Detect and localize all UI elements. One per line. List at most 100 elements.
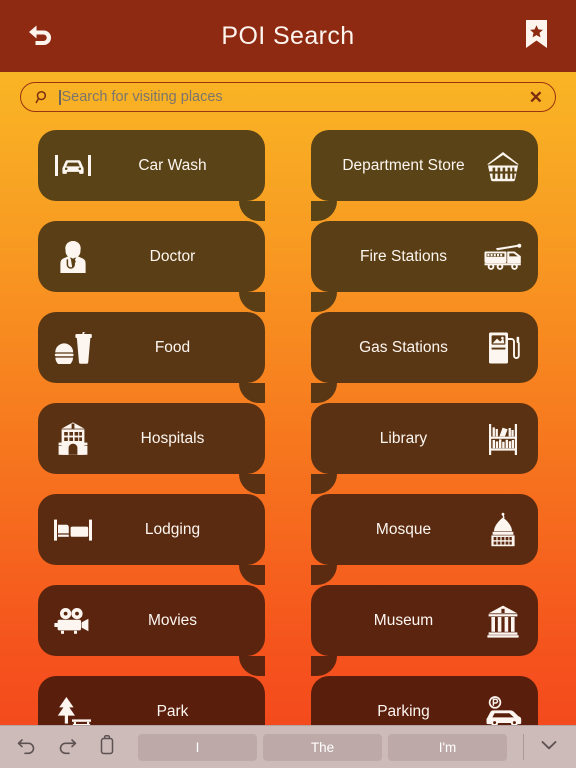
poi-row: Doctor Fire Stations — [0, 221, 576, 312]
toolbar-divider — [523, 734, 524, 760]
poi-button-tail — [311, 383, 337, 403]
hospital-building-icon — [52, 418, 94, 460]
poi-button-body: Car Wash — [38, 130, 265, 201]
poi-button-mosque[interactable]: Mosque — [311, 494, 538, 585]
poi-button-label: Parking — [377, 702, 430, 720]
poi-button-body: Museum — [311, 585, 538, 656]
poi-category-grid: Car Wash Department Store Doctor Fire Stat… — [0, 122, 576, 725]
poi-button-tail — [239, 383, 265, 403]
poi-button-body: Food — [38, 312, 265, 383]
search-input[interactable]: Search for visiting places ✕ — [20, 82, 556, 112]
autocorrect-suggestions: I The I'm — [138, 733, 507, 761]
poi-button-car-wash[interactable]: Car Wash — [38, 130, 265, 221]
poi-button-movies[interactable]: Movies — [38, 585, 265, 676]
search-placeholder-text: Search for visiting places — [61, 89, 223, 105]
bookmark-star-icon — [523, 19, 550, 54]
navigation-bar: POI Search — [0, 0, 576, 72]
poi-button-body: Park — [38, 676, 265, 725]
movie-camera-icon — [52, 600, 94, 642]
domed-mosque-icon — [482, 509, 524, 551]
poi-button-body: Parking — [311, 676, 538, 725]
poi-button-gas-stations[interactable]: Gas Stations — [311, 312, 538, 403]
poi-button-label: Doctor — [149, 247, 196, 265]
keyboard-accessory-bar: I The I'm — [0, 725, 576, 768]
poi-button-food[interactable]: Food — [38, 312, 265, 403]
poi-button-label: Hospitals — [140, 429, 205, 447]
poi-button-label: Park — [156, 702, 189, 720]
poi-button-tail — [239, 201, 265, 221]
poi-button-label: Gas Stations — [359, 338, 448, 356]
poi-button-label: Lodging — [144, 520, 201, 538]
poi-button-body: Department Store — [311, 130, 538, 201]
redo-icon — [56, 735, 78, 760]
poi-button-doctor[interactable]: Doctor — [38, 221, 265, 312]
text-cursor — [59, 89, 61, 105]
park-tree-icon — [52, 691, 94, 725]
poi-button-body: Lodging — [38, 494, 265, 565]
poi-button-label: Museum — [373, 611, 434, 629]
undo-icon — [16, 735, 38, 760]
poi-button-label: Movies — [147, 611, 198, 629]
poi-button-tail — [311, 201, 337, 221]
bookshelf-icon — [482, 418, 524, 460]
poi-button-parking[interactable]: Parking — [311, 676, 538, 725]
poi-button-tail — [239, 656, 265, 676]
poi-button-body: Hospitals — [38, 403, 265, 474]
poi-row: Lodging Mosque — [0, 494, 576, 585]
poi-button-body: Movies — [38, 585, 265, 656]
poi-button-label: Library — [379, 429, 428, 447]
poi-row: Car Wash Department Store — [0, 130, 576, 221]
shopping-basket-icon — [482, 145, 524, 187]
suggestion-3[interactable]: I'm — [388, 733, 507, 761]
poi-button-tail — [239, 565, 265, 585]
poi-row: Hospitals Library — [0, 403, 576, 494]
museum-building-icon — [482, 600, 524, 642]
doctor-icon — [52, 236, 94, 278]
redo-button[interactable] — [52, 732, 82, 762]
undo-button[interactable] — [12, 732, 42, 762]
poi-button-museum[interactable]: Museum — [311, 585, 538, 676]
poi-button-label: Department Store — [342, 156, 465, 174]
poi-button-body: Fire Stations — [311, 221, 538, 292]
poi-button-tail — [311, 474, 337, 494]
poi-button-tail — [311, 292, 337, 312]
car-wash-icon — [52, 145, 94, 187]
bed-icon — [52, 509, 94, 551]
page-title: POI Search — [221, 21, 355, 50]
poi-button-label: Mosque — [375, 520, 432, 538]
poi-button-tail — [311, 565, 337, 585]
poi-row: Food Gas Stations — [0, 312, 576, 403]
poi-button-hospitals[interactable]: Hospitals — [38, 403, 265, 494]
chevron-down-icon — [538, 736, 560, 759]
fire-truck-icon — [482, 236, 524, 278]
poi-button-department-store[interactable]: Department Store — [311, 130, 538, 221]
paste-button[interactable] — [92, 732, 122, 762]
poi-button-lodging[interactable]: Lodging — [38, 494, 265, 585]
poi-button-label: Fire Stations — [359, 247, 447, 265]
poi-search-screen: POI Search Search for visiting places ✕ — [0, 0, 576, 768]
parking-car-icon — [482, 691, 524, 725]
suggestion-2[interactable]: The — [263, 733, 382, 761]
poi-button-fire-stations[interactable]: Fire Stations — [311, 221, 538, 312]
suggestion-1[interactable]: I — [138, 733, 257, 761]
bookmark-button[interactable] — [514, 14, 558, 58]
dismiss-keyboard-button[interactable] — [534, 732, 564, 762]
poi-button-label: Car Wash — [138, 156, 207, 174]
search-bar-container: Search for visiting places ✕ — [0, 72, 576, 122]
poi-row: Park Parking — [0, 676, 576, 725]
search-icon — [33, 90, 51, 105]
poi-button-library[interactable]: Library — [311, 403, 538, 494]
back-button[interactable] — [18, 14, 62, 58]
poi-button-body: Library — [311, 403, 538, 474]
clear-search-button[interactable]: ✕ — [523, 89, 543, 106]
poi-button-label: Food — [154, 338, 191, 356]
poi-button-park[interactable]: Park — [38, 676, 265, 725]
poi-button-tail — [311, 656, 337, 676]
undo-back-arrow-icon — [25, 20, 55, 53]
burger-drink-icon — [52, 327, 94, 369]
fuel-pump-icon — [482, 327, 524, 369]
paste-clipboard-icon — [97, 734, 117, 761]
poi-button-tail — [239, 292, 265, 312]
poi-button-tail — [239, 474, 265, 494]
poi-button-body: Doctor — [38, 221, 265, 292]
